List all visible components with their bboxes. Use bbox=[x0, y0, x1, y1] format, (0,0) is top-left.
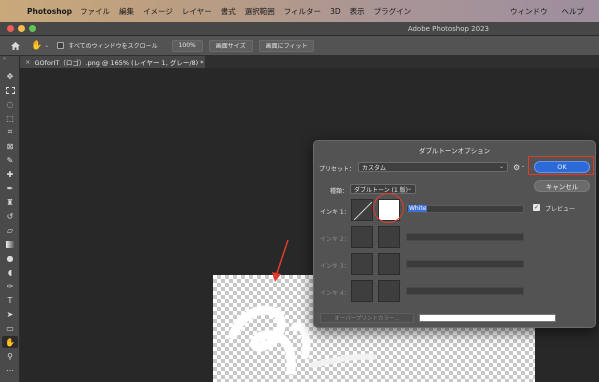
rectangle-tool-icon[interactable]: ▭ bbox=[2, 322, 18, 334]
dodge-tool-icon[interactable]: ◖ bbox=[2, 266, 18, 278]
clone-stamp-tool-icon[interactable]: ♜ bbox=[2, 196, 18, 208]
menu-view[interactable]: 表示 bbox=[350, 6, 365, 17]
path-select-tool-icon[interactable]: ➤ bbox=[2, 308, 18, 320]
document-tab-title: GOforIT（ロゴ）.png @ 165% (レイヤー 1, グレー/8) * bbox=[34, 59, 204, 67]
type-tool-icon[interactable]: T bbox=[2, 294, 18, 306]
home-icon[interactable] bbox=[10, 41, 21, 51]
ink3-color-swatch bbox=[378, 253, 400, 275]
hand-tool-icon[interactable]: ✋ bbox=[2, 336, 18, 348]
menu-file[interactable]: ファイル bbox=[80, 6, 110, 17]
chevron-down-icon: ⌄ bbox=[498, 163, 504, 170]
document-tab[interactable]: × GOforIT（ロゴ）.png @ 165% (レイヤー 1, グレー/8)… bbox=[20, 56, 205, 68]
crop-tool-icon[interactable]: ⌗ bbox=[2, 126, 18, 138]
healing-brush-tool-icon[interactable]: ✚ bbox=[2, 168, 18, 180]
ink4-name-field bbox=[406, 287, 524, 295]
annotation-highlight-ok bbox=[528, 156, 594, 175]
eyedropper-tool-icon[interactable]: ✎ bbox=[2, 154, 18, 166]
app-menu[interactable]: Photoshop bbox=[27, 7, 72, 16]
preset-value: カスタム bbox=[362, 164, 387, 172]
preview-checkbox[interactable]: ✓ bbox=[533, 204, 540, 211]
brush-tool-icon[interactable]: ✒ bbox=[2, 182, 18, 194]
chevron-down-icon[interactable]: ⌄ bbox=[44, 42, 49, 49]
preview-label: プレビュー bbox=[545, 206, 576, 213]
annotation-arrow-icon bbox=[272, 239, 289, 282]
type-select[interactable]: ダブルトーン (1 版) ⌄ bbox=[350, 184, 416, 194]
window-title-bar: Adobe Photoshop 2023 bbox=[0, 22, 599, 36]
overprint-preview-bar bbox=[419, 314, 556, 322]
ink4-color-swatch bbox=[378, 280, 400, 302]
chevron-down-icon[interactable]: ⌄ bbox=[521, 163, 525, 169]
dialog-title: ダブルトーンオプション bbox=[418, 147, 491, 155]
macos-menu-bar: Photoshop ファイル 編集 イメージ レイヤー 書式 選択範囲 フィルタ… bbox=[0, 0, 599, 22]
close-tab-icon[interactable]: × bbox=[25, 58, 30, 66]
ink2-name-field bbox=[406, 233, 524, 241]
menu-edit[interactable]: 編集 bbox=[119, 6, 134, 17]
menu-filter[interactable]: フィルター bbox=[284, 6, 321, 17]
gradient-tool-icon[interactable] bbox=[2, 238, 18, 250]
scroll-all-windows-label: すべてのウィンドウをスクロール bbox=[68, 43, 158, 50]
frame-tool-icon[interactable]: ⊠ bbox=[2, 140, 18, 152]
ink3-label: インキ 3： bbox=[320, 263, 350, 270]
menu-window[interactable]: ウィンドウ bbox=[510, 6, 548, 17]
ink4-curve-swatch bbox=[351, 280, 373, 302]
ink3-curve-swatch bbox=[351, 253, 373, 275]
zoom-100-button[interactable]: 100% bbox=[171, 39, 203, 52]
menu-layer[interactable]: レイヤー bbox=[182, 6, 212, 17]
overprint-colors-button: オーバープリントカラー... bbox=[320, 313, 414, 323]
hand-tool-preset-icon[interactable]: ✋ bbox=[31, 41, 42, 51]
menu-3d[interactable]: 3D bbox=[330, 7, 341, 16]
fill-screen-button[interactable]: 画面にフィット bbox=[258, 39, 315, 52]
more-tools-icon[interactable]: ⋯ bbox=[2, 364, 18, 376]
ink1-name-field[interactable]: White bbox=[406, 205, 524, 213]
menu-select[interactable]: 選択範囲 bbox=[245, 6, 275, 17]
ink3-name-field bbox=[406, 260, 524, 268]
type-label: 種類： bbox=[330, 188, 349, 195]
ink4-label: インキ 4： bbox=[320, 290, 350, 297]
menu-help[interactable]: ヘルプ bbox=[562, 6, 585, 17]
marquee-tool-icon[interactable] bbox=[2, 84, 18, 96]
history-brush-tool-icon[interactable]: ↺ bbox=[2, 210, 18, 222]
eraser-tool-icon[interactable]: ▱ bbox=[2, 224, 18, 236]
ink2-curve-swatch bbox=[351, 226, 373, 248]
fit-screen-button[interactable]: 画面サイズ bbox=[208, 39, 253, 52]
panel-collapse-icon[interactable]: » bbox=[3, 56, 6, 62]
checkmark-icon: ✓ bbox=[533, 203, 540, 211]
lasso-tool-icon[interactable]: ◌ bbox=[2, 98, 18, 110]
move-tool-icon[interactable]: ✥ bbox=[2, 70, 18, 82]
options-bar: ✋ ⌄ すべてのウィンドウをスクロール 100% 画面サイズ 画面にフィット bbox=[0, 36, 599, 56]
preset-select[interactable]: カスタム ⌄ bbox=[358, 162, 508, 172]
preset-label: プリセット： bbox=[319, 166, 356, 173]
window-title: Adobe Photoshop 2023 bbox=[407, 25, 489, 33]
annotation-highlight-ink1-swatch bbox=[373, 193, 404, 223]
object-select-tool-icon[interactable]: ⬚ bbox=[2, 112, 18, 124]
chevron-down-icon: ⌄ bbox=[406, 185, 412, 192]
ink2-color-swatch bbox=[378, 226, 400, 248]
ink1-name-text: White bbox=[408, 205, 428, 212]
menu-image[interactable]: イメージ bbox=[143, 6, 173, 17]
menu-plugins[interactable]: プラグイン bbox=[374, 6, 412, 17]
cancel-button[interactable]: キャンセル bbox=[534, 180, 590, 192]
blur-tool-icon[interactable]: ● bbox=[2, 252, 18, 264]
ink1-curve-swatch[interactable] bbox=[351, 199, 373, 221]
tools-panel: » ✥ ◌ ⬚ ⌗ ⊠ ✎ ✚ ✒ ♜ ↺ ▱ ● ◖ ✑ T ➤ ▭ ✋ ⚲ … bbox=[0, 56, 20, 382]
gear-icon[interactable]: ⚙ bbox=[513, 163, 520, 172]
pen-tool-icon[interactable]: ✑ bbox=[2, 280, 18, 292]
ink2-label: インキ 2： bbox=[320, 236, 350, 243]
type-value: ダブルトーン (1 版) bbox=[354, 186, 409, 194]
ink1-label: インキ 1： bbox=[320, 209, 350, 216]
scroll-all-windows-checkbox[interactable] bbox=[57, 42, 65, 49]
zoom-tool-icon[interactable]: ⚲ bbox=[2, 350, 18, 362]
menu-type[interactable]: 書式 bbox=[221, 6, 236, 17]
